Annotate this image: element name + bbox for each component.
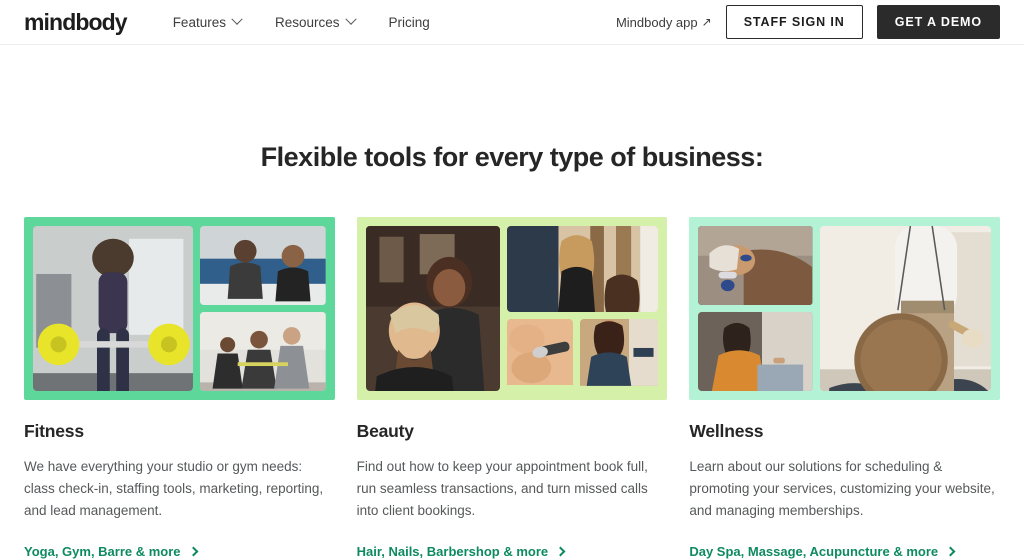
photo-salon-client-chair: [580, 318, 659, 391]
photo-facial-treatment: [698, 226, 813, 305]
photo-sound-bath-gong: [819, 226, 991, 391]
nav-item-features[interactable]: Features: [172, 13, 243, 30]
photo-nail-manicure: [506, 318, 574, 391]
card-body: We have everything your studio or gym ne…: [24, 459, 324, 518]
card-cta-link[interactable]: Hair, Nails, Barbershop & more: [357, 544, 668, 559]
nav-item-resources[interactable]: Resources: [274, 13, 357, 30]
card-title: Fitness: [24, 421, 84, 441]
chevron-right-icon: [188, 546, 198, 557]
card-title: Wellness: [689, 421, 764, 441]
get-a-demo-button[interactable]: GET A DEMO: [876, 5, 1000, 39]
nav-item-label: Features: [172, 14, 226, 30]
primary-nav: Features Resources Pricing: [172, 13, 430, 30]
photo-rowing-pair-art: [199, 226, 326, 305]
photo-relaxing-woman: [698, 312, 813, 391]
business-type-cards: Fitness We have everything your studio o…: [0, 217, 1024, 559]
card-cta-link[interactable]: Yoga, Gym, Barre & more: [24, 544, 335, 559]
collage-column-main: [33, 226, 193, 391]
collage-column-main: [365, 226, 500, 391]
card-title: Beauty: [356, 421, 414, 441]
page-title: Flexible tools for every type of busines…: [260, 142, 764, 172]
mindbody-app-link[interactable]: Mindbody app ↗: [616, 15, 712, 30]
photo-salon-stylists-art: [506, 226, 659, 312]
card-image-collage: [24, 217, 335, 400]
photo-yoga-class-art: [199, 312, 326, 391]
nav-item-label: Pricing: [388, 14, 430, 30]
logo-mindbody[interactable]: mindbody: [24, 9, 128, 36]
nav-item-pricing[interactable]: Pricing: [389, 15, 430, 30]
photo-barber-client-art: [365, 226, 500, 391]
collage-column-side: [698, 226, 813, 391]
photo-salon-stylists: [506, 226, 659, 312]
photo-salon-client-chair-art: [580, 318, 659, 386]
card-wellness[interactable]: Wellness Learn about our solutions for s…: [689, 217, 1001, 559]
photo-facial-treatment-art: [698, 226, 813, 305]
photo-relaxing-woman-art: [698, 312, 813, 391]
site-header: mindbody Features Resources Pricing Mind…: [0, 0, 1024, 45]
collage-column-main: [819, 226, 991, 391]
chevron-right-icon: [945, 546, 956, 557]
photo-yoga-class: [199, 312, 326, 391]
staff-sign-in-button[interactable]: STAFF SIGN IN: [725, 5, 863, 39]
card-image-collage: [356, 217, 668, 400]
card-fitness[interactable]: Fitness We have everything your studio o…: [24, 217, 335, 559]
card-cta-label: Hair, Nails, Barbershop & more: [356, 543, 549, 559]
card-body: Learn about our solutions for scheduling…: [689, 459, 995, 518]
photo-sound-bath-gong-art: [819, 226, 991, 391]
chevron-down-icon: [344, 13, 357, 25]
photo-weightlifter: [33, 226, 193, 391]
card-image-collage: [689, 217, 1001, 400]
photo-weightlifter-art: [33, 226, 193, 391]
header-actions: Mindbody app ↗ STAFF SIGN IN GET A DEMO: [616, 5, 1000, 39]
photo-rowing-pair: [199, 226, 326, 305]
card-cta-link[interactable]: Day Spa, Massage, Acupuncture & more: [689, 544, 1000, 559]
collage-column-side: [506, 226, 659, 391]
card-cta-label: Yoga, Gym, Barre & more: [24, 543, 181, 559]
card-cta-label: Day Spa, Massage, Acupuncture & more: [689, 543, 939, 559]
nav-item-label: Resources: [274, 14, 340, 30]
collage-column-side: [199, 226, 326, 391]
mindbody-app-label: Mindbody app: [615, 14, 698, 30]
photo-nail-manicure-art: [506, 318, 574, 386]
card-body: Find out how to keep your appointment bo…: [356, 459, 648, 518]
chevron-down-icon: [231, 13, 243, 25]
card-beauty[interactable]: Beauty Find out how to keep your appoint…: [356, 217, 668, 559]
arrow-up-right-icon: ↗: [701, 15, 712, 29]
collage-row-bottom: [506, 318, 659, 391]
chevron-right-icon: [555, 546, 566, 557]
photo-barber-client: [365, 226, 500, 391]
